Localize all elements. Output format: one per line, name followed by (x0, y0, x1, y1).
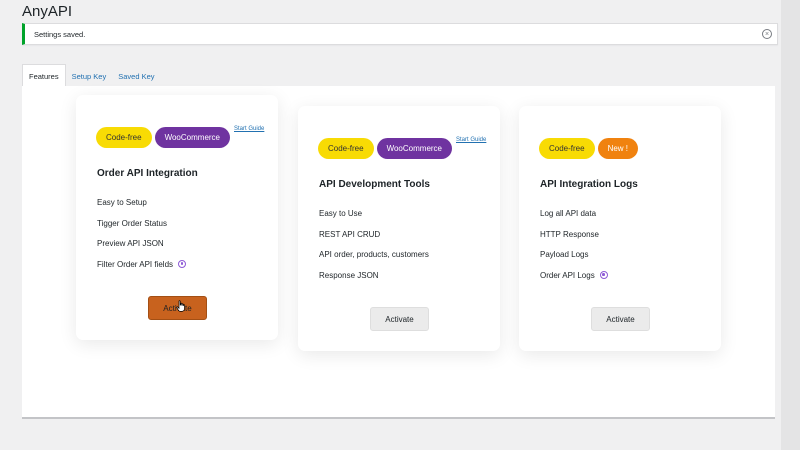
start-guide-link[interactable]: Start Guide (456, 137, 486, 143)
feature-item: Preview API JSON (97, 239, 186, 260)
card-badges: Code-free New ! (539, 138, 641, 159)
feature-label: API order, products, customers (319, 250, 429, 259)
pro-dot-icon (178, 259, 187, 268)
code-free-badge: Code-free (318, 138, 374, 159)
card-title: API Integration Logs (540, 179, 638, 190)
notice-text: Settings saved. (34, 29, 86, 39)
feature-item: Filter Order API fields (97, 259, 187, 281)
code-free-badge: Code-free (96, 127, 152, 148)
tab-bar: Features Setup Key Saved Key (22, 64, 161, 87)
card-api-development-tools: Code-free WooCommerce Start Guide API De… (298, 106, 500, 351)
pro-dot-icon (599, 270, 608, 279)
tab-features[interactable]: Features (22, 64, 66, 87)
dismiss-notice-icon[interactable]: × (762, 29, 772, 39)
card-badges: Code-free WooCommerce Start Guide (318, 137, 486, 159)
new-badge: New ! (597, 138, 639, 159)
feature-item: Order API Logs (540, 270, 608, 292)
feature-label: Response JSON (319, 270, 379, 280)
feature-item: Easy to Use (319, 209, 429, 230)
feature-label: Order API Logs (540, 270, 595, 280)
code-free-badge: Code-free (539, 138, 595, 159)
tab-setup-key[interactable]: Setup Key (66, 65, 113, 87)
activate-button[interactable]: Activate (370, 307, 429, 331)
feature-item: API order, products, customers (319, 250, 429, 271)
feature-label: Log all API data (540, 209, 597, 218)
feature-label: Preview API JSON (97, 239, 164, 248)
card-api-integration-logs: Code-free New ! API Integration Logs Log… (519, 106, 721, 351)
success-notice: Settings saved. × (22, 23, 778, 45)
feature-list: Easy to Use REST API CRUD API order, pro… (319, 209, 429, 291)
feature-item: HTTP Response (540, 230, 608, 251)
start-guide-link[interactable]: Start Guide (234, 126, 264, 132)
card-title: API Development Tools (319, 179, 430, 190)
feature-item: Easy to Setup (97, 198, 186, 219)
woocommerce-badge: WooCommerce (154, 127, 230, 148)
close-icon: × (764, 30, 770, 38)
feature-item: Payload Logs (540, 250, 608, 271)
feature-list: Log all API data HTTP Response Payload L… (540, 209, 608, 291)
feature-label: REST API CRUD (319, 229, 381, 239)
feature-item: Log all API data (540, 209, 608, 230)
woocommerce-badge: WooCommerce (376, 138, 452, 159)
feature-label: HTTP Response (540, 229, 599, 239)
page-title: AnyAPI (22, 3, 73, 20)
feature-item: REST API CRUD (319, 230, 429, 251)
card-title: Order API Integration (97, 168, 198, 179)
feature-item: Response JSON (319, 271, 429, 292)
feature-item: Tigger Order Status (97, 219, 186, 240)
feature-label: Easy to Setup (97, 198, 147, 207)
feature-label: Tigger Order Status (97, 218, 167, 228)
feature-label: Payload Logs (540, 250, 589, 259)
window-edge (781, 0, 800, 450)
hand-pointer-icon (176, 300, 185, 312)
card-badges: Code-free WooCommerce Start Guide (96, 126, 264, 148)
feature-label: Filter Order API fields (97, 259, 174, 269)
feature-list: Easy to Setup Tigger Order Status Previe… (97, 198, 187, 281)
feature-label: Easy to Use (319, 209, 363, 218)
tab-saved-key[interactable]: Saved Key (112, 65, 160, 87)
activate-button[interactable]: Activate (591, 307, 650, 331)
